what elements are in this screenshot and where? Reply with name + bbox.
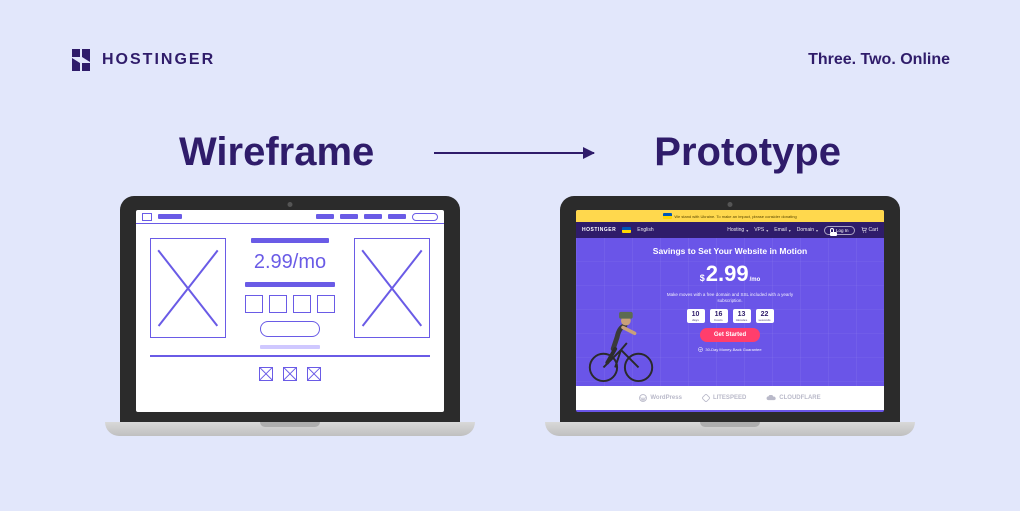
hero-price: $ 2.99 /mo [700, 261, 761, 287]
countdown-hours: 16hours [710, 309, 728, 323]
wf-button-placeholder [412, 213, 438, 221]
litespeed-icon [702, 394, 710, 402]
nav-vps: VPS▾ [754, 227, 768, 233]
comparison-headings: Wireframe Prototype [0, 130, 1020, 175]
prototype-laptop: We stand with Ukraine. To make an impact… [545, 196, 915, 446]
login-button: Log In [824, 226, 855, 235]
wf-cta-placeholder [260, 321, 320, 337]
brand-tagline: Three. Two. Online [808, 51, 950, 69]
heading-prototype: Prototype [654, 130, 841, 175]
wf-footer-logos-placeholder [136, 357, 444, 381]
wf-nav-placeholder [316, 214, 334, 219]
wordpress-icon [639, 394, 647, 402]
hero-title: Savings to Set Your Website in Motion [653, 246, 807, 256]
chevron-down-icon: ▾ [766, 228, 768, 233]
nav-brand: HOSTINGER [582, 227, 616, 233]
brand-logo: HOSTINGER [70, 48, 215, 72]
cart-icon [861, 227, 867, 233]
wf-subtext-placeholder [260, 345, 320, 349]
ukraine-flag-icon [663, 213, 672, 219]
brand-name: HOSTINGER [102, 51, 215, 69]
wireframe-navbar [136, 210, 444, 224]
lock-icon [830, 228, 834, 232]
hero-subhead: Make moves with a free domain and SSL in… [665, 292, 795, 304]
countdown-seconds: 22seconds [756, 309, 774, 323]
litespeed-logo: LITESPEED [702, 394, 746, 402]
nav-email: Email▾ [774, 227, 791, 233]
nav-hosting: Hosting▾ [727, 227, 748, 233]
wf-text-placeholder [245, 282, 335, 287]
hostinger-logo-icon [70, 48, 92, 72]
wireframe-screen: 2.99/mo [136, 210, 444, 412]
lang-flag-icon [622, 227, 631, 233]
cloudflare-logo: CLOUDFLARE [766, 395, 820, 402]
countdown-days: 10days [687, 309, 705, 323]
countdown-minutes: 13minutes [733, 309, 751, 323]
chevron-down-icon: ▾ [789, 228, 791, 233]
partner-logos-row: WordPress LITESPEED CLOUDFLARE [576, 386, 884, 410]
wf-image-placeholder [354, 238, 430, 338]
get-started-button: Get Started [700, 328, 760, 342]
wireframe-price: 2.99/mo [254, 251, 326, 274]
heading-wireframe: Wireframe [179, 130, 374, 175]
banner-text: We stand with Ukraine. To make an impact… [674, 214, 796, 219]
nav-lang: English [637, 227, 653, 233]
wf-nav-placeholder [340, 214, 358, 219]
money-back-guarantee: 30-Day Money-Back Guarantee [698, 347, 761, 352]
wireframe-laptop: 2.99/mo [105, 196, 475, 446]
wf-headline-placeholder [251, 238, 329, 243]
cloudflare-icon [766, 395, 776, 402]
chevron-down-icon: ▾ [746, 228, 748, 233]
nav-domain: Domain▾ [797, 227, 818, 233]
wf-nav-placeholder [158, 214, 182, 219]
wf-nav-placeholder [364, 214, 382, 219]
check-icon [698, 347, 703, 352]
wf-image-placeholder [150, 238, 226, 338]
wf-logo-placeholder [142, 213, 152, 221]
cart-link: Cart [861, 227, 878, 233]
countdown-timer: 10days 16hours 13minutes 22seconds [687, 309, 774, 323]
chevron-down-icon: ▾ [816, 228, 818, 233]
prototype-navbar: HOSTINGER English Hosting▾ VPS▾ Email▾ D… [576, 222, 884, 238]
ukraine-banner: We stand with Ukraine. To make an impact… [576, 210, 884, 222]
wf-countdown-placeholder [245, 295, 335, 313]
prototype-screen: We stand with Ukraine. To make an impact… [576, 210, 884, 412]
wf-nav-placeholder [388, 214, 406, 219]
wordpress-logo: WordPress [639, 394, 682, 402]
hero-section: Savings to Set Your Website in Motion $ … [576, 238, 884, 386]
arrow-icon [434, 152, 594, 154]
